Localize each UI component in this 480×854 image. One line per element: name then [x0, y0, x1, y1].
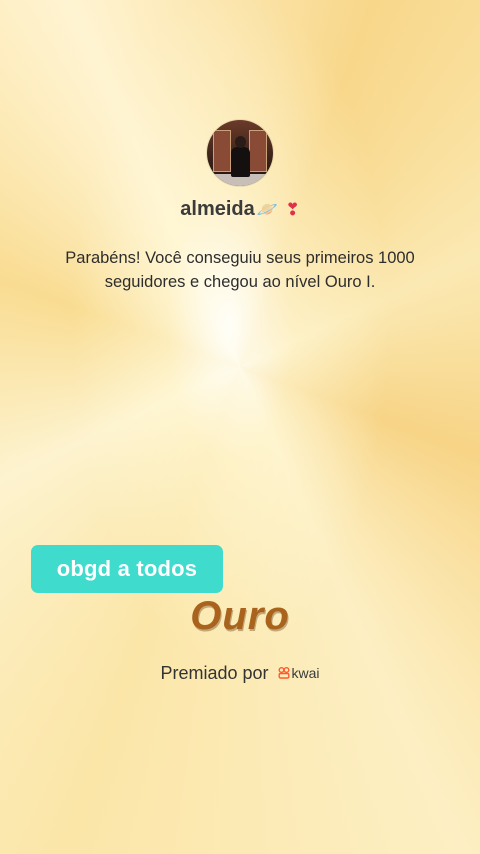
kwai-brand-name: kwai [291, 665, 320, 681]
avatar-bg-panel-left [213, 130, 231, 172]
kwai-brand: kwai [278, 665, 320, 681]
avatar-person-head [235, 136, 246, 148]
username-text: almeida [180, 198, 255, 220]
text-sticker[interactable]: obgd a todos [31, 545, 223, 593]
profile-avatar[interactable] [207, 120, 273, 186]
username[interactable]: almeida 🪐 ❣ [0, 198, 480, 221]
awarded-by: Premiado por kwai [0, 663, 480, 684]
heart-exclamation-emoji-icon: ❣ [285, 200, 300, 220]
awarded-by-label: Premiado por [160, 663, 269, 683]
award-screen: { "profile": { "username": "almeida", "u… [0, 0, 480, 854]
congratulations-message: Parabéns! Você conseguiu seus primeiros … [65, 249, 415, 291]
level-title: Ouro [190, 594, 290, 638]
planet-emoji-icon: 🪐 [256, 200, 278, 220]
avatar-bg-panel-right [249, 130, 267, 172]
avatar-person-body [231, 147, 250, 177]
kwai-logo-icon [278, 667, 290, 679]
